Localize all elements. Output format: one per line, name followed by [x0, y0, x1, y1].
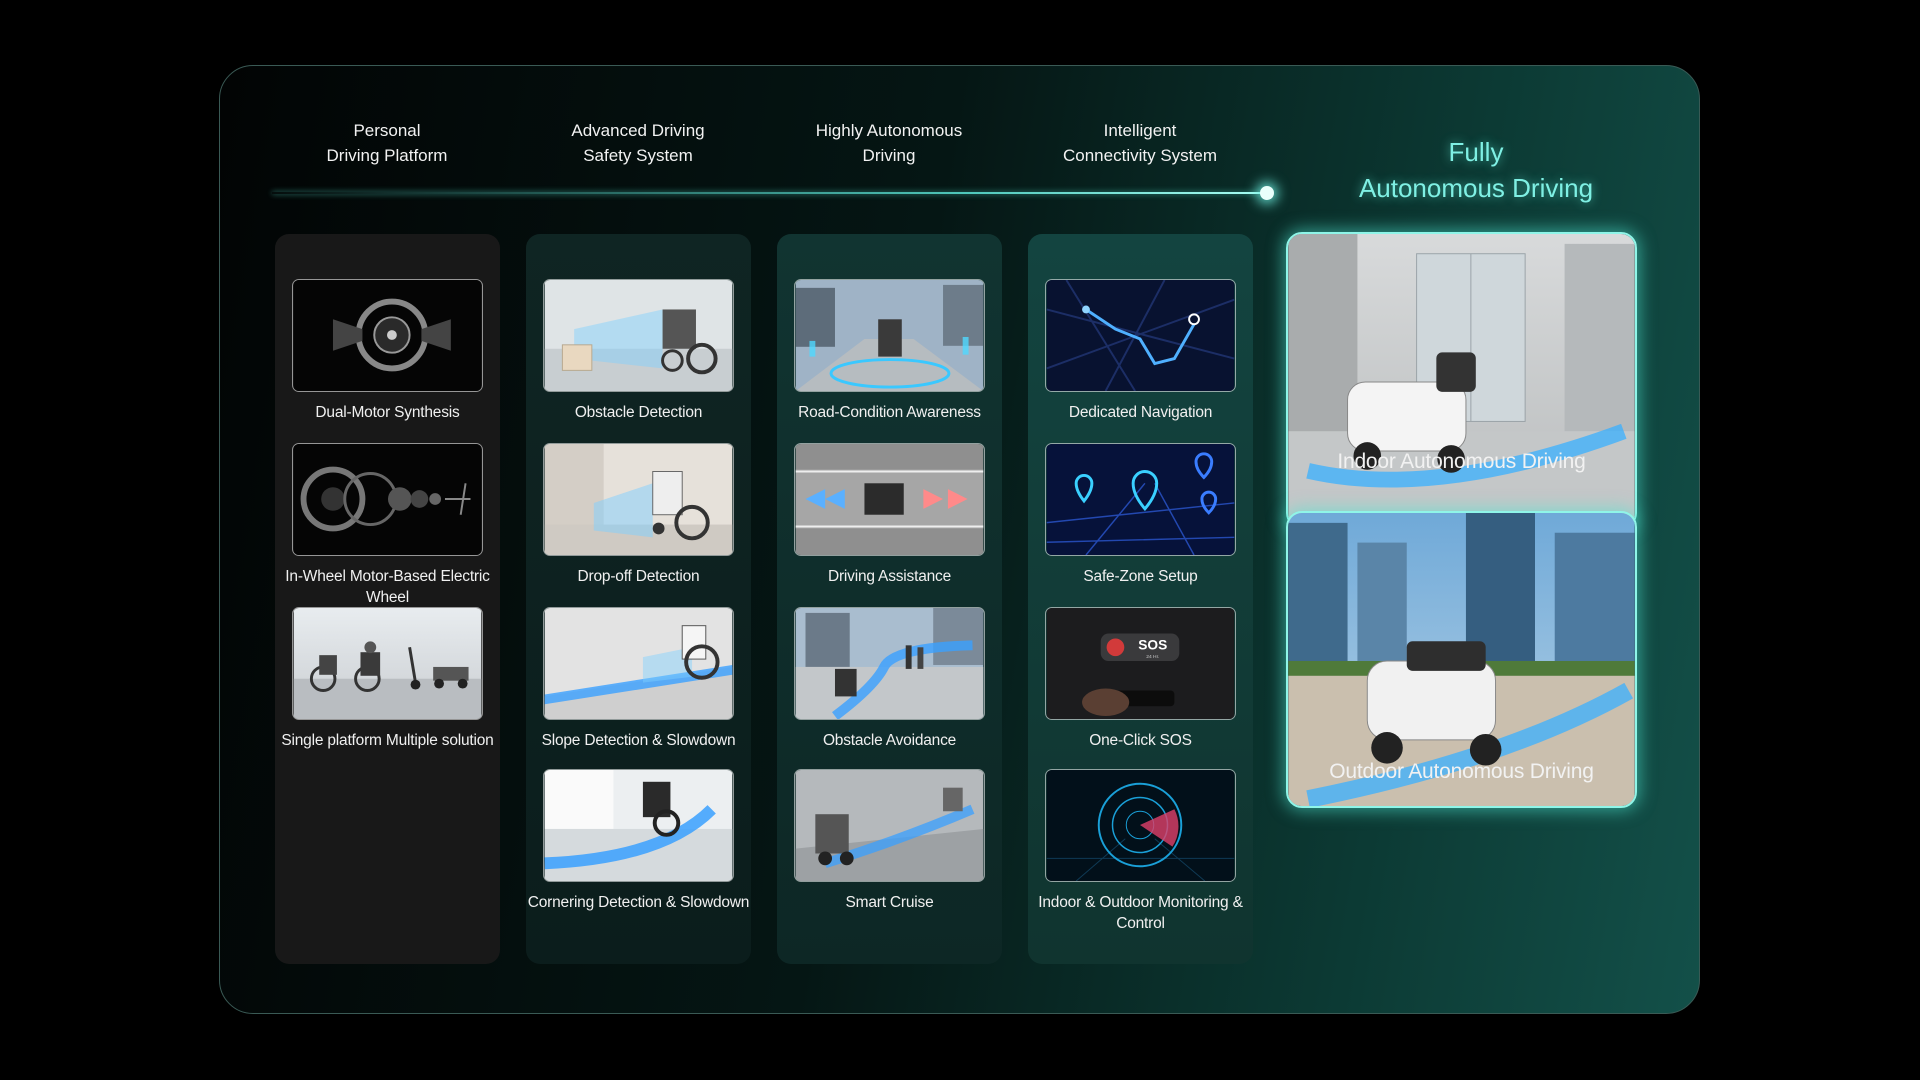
timeline-line — [272, 192, 1266, 194]
feature-card: Drop-off Detection — [543, 443, 734, 587]
feature-label: Safe-Zone Setup — [1083, 568, 1198, 585]
feature-label: Driving Assistance — [827, 568, 952, 585]
column-personal-platform: Dual-Motor Synthesis In-Wheel Motor-Base… — [275, 234, 500, 964]
feature-label: One-Click SOS — [1089, 732, 1192, 749]
safe-zone-pins-image — [1045, 443, 1236, 556]
feature-card: Driving Assistance — [794, 443, 985, 587]
feature-card: Single platform Multiple solution — [281, 607, 494, 751]
feature-card: Dedicated Navigation — [1045, 279, 1236, 423]
feature-card: Safe-Zone Setup — [1045, 443, 1236, 587]
feature-card: In-Wheel Motor-Based Electric Wheel — [285, 443, 490, 608]
navigation-map-image — [1045, 279, 1236, 392]
feature-label: Slope Detection & Slowdown — [541, 732, 736, 749]
cornering-detection-image — [543, 769, 734, 882]
sos-badge-text: SOS — [1138, 637, 1167, 652]
feature-card: Obstacle Detection — [543, 279, 734, 423]
sos-phone-image: SOS 24 Hr. — [1045, 607, 1236, 720]
feature-label: Dual-Motor Synthesis — [315, 404, 460, 421]
drop-off-detection-image — [543, 443, 734, 556]
feature-card: Cornering Detection & Slowdown — [528, 769, 749, 913]
indoor-driving-image — [1286, 232, 1637, 529]
feature-card: Obstacle Avoidance — [794, 607, 985, 751]
feature-label: Single platform Multiple solution — [281, 732, 494, 749]
radar-monitoring-image — [1045, 769, 1236, 882]
feature-card: Smart Cruise — [794, 769, 985, 913]
road-condition-image — [794, 279, 985, 392]
stage-title-highly-autonomous: Highly Autonomous Driving — [815, 121, 963, 165]
slope-detection-image — [543, 607, 734, 720]
feature-label: Dedicated Navigation — [1068, 404, 1213, 421]
driving-assistance-image — [794, 443, 985, 556]
feature-label: Drop-off Detection — [577, 568, 700, 585]
smart-cruise-image — [794, 769, 985, 882]
final-card-label-indoor: Indoor Autonomous Driving — [1337, 450, 1586, 473]
feature-card: Indoor & Outdoor Monitoring & Control — [1038, 769, 1243, 934]
dual-motor-image — [292, 279, 483, 392]
stage-title-personal-platform: Personal Driving Platform — [326, 121, 448, 165]
feature-card: Road-Condition Awareness — [794, 279, 985, 423]
platform-lineup-image — [292, 607, 483, 720]
feature-card: SOS 24 Hr. One-Click SOS — [1045, 607, 1236, 751]
electric-wheel-image — [292, 443, 483, 556]
obstacle-avoidance-image — [794, 607, 985, 720]
feature-card: Slope Detection & Slowdown — [542, 607, 736, 751]
final-card-label-outdoor: Outdoor Autonomous Driving — [1329, 760, 1594, 783]
stage-title-fully-autonomous: Fully Autonomous Driving — [1358, 137, 1594, 203]
feature-label: Smart Cruise — [845, 894, 934, 911]
roadmap-panel: Personal Driving Platform Advanced Drivi… — [219, 65, 1700, 1014]
obstacle-detection-image — [543, 279, 734, 392]
feature-label: In-Wheel Motor-Based Electric Wheel — [285, 568, 490, 606]
stage-title-connectivity: Intelligent Connectivity System — [1063, 121, 1217, 165]
feature-label: Cornering Detection & Slowdown — [527, 894, 750, 911]
feature-label: Obstacle Avoidance — [822, 732, 957, 749]
column-highly-autonomous: Road-Condition Awareness Driving Assista… — [777, 234, 1002, 964]
stage-title-safety-system: Advanced Driving Safety System — [571, 121, 705, 165]
feature-card: Dual-Motor Synthesis — [292, 279, 483, 423]
feature-label: Road-Condition Awareness — [798, 404, 981, 421]
feature-label: Obstacle Detection — [574, 404, 703, 421]
column-safety-system: Obstacle Detection Drop-off Detection Sl… — [526, 234, 751, 964]
feature-label: Indoor & Outdoor Monitoring & Control — [1038, 894, 1243, 932]
sos-badge-subtext: 24 Hr. — [1146, 654, 1159, 660]
timeline-endpoint-dot — [1260, 186, 1274, 200]
column-connectivity: Dedicated Navigation Safe-Zone Setup SOS — [1028, 234, 1253, 964]
